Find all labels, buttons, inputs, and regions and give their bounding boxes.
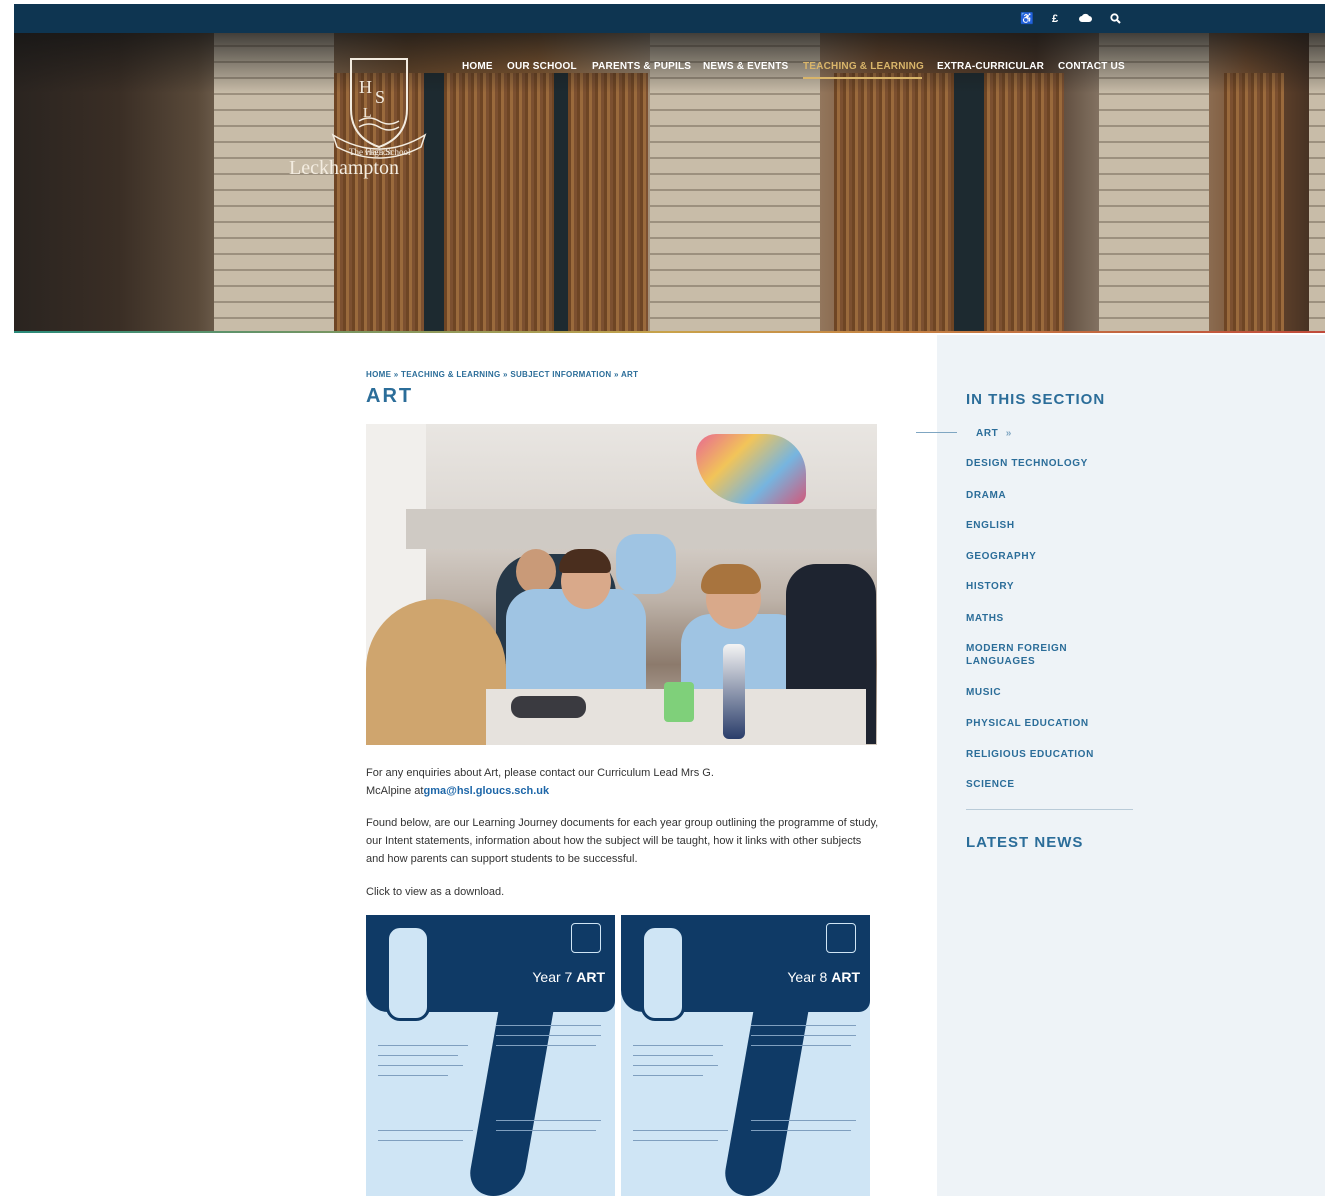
- breadcrumb: HOME » TEACHING & LEARNING » SUBJECT INF…: [366, 370, 638, 379]
- breadcrumb-separator: »: [613, 370, 619, 379]
- sidebar-divider: [966, 809, 1133, 810]
- school-crest-logo[interactable]: H S L VIRESCIT: [329, 51, 429, 161]
- sidebar-item-physical-education[interactable]: PHYSICAL EDUCATION: [966, 717, 1126, 730]
- nav-our-school[interactable]: OUR SCHOOL: [507, 61, 577, 72]
- nav-active-underline: [803, 77, 922, 79]
- poster-year: Year 7: [532, 969, 573, 985]
- nav-teaching-learning[interactable]: TEACHING & LEARNING: [803, 61, 924, 72]
- sidebar-item-drama[interactable]: DRAMA: [966, 489, 1126, 502]
- sidebar-item-music[interactable]: MUSIC: [966, 686, 1126, 699]
- sidebar-item-history[interactable]: HISTORY: [966, 580, 1126, 593]
- sidebar-item-english[interactable]: ENGLISH: [966, 519, 1126, 532]
- breadcrumb-current: ART: [620, 370, 639, 379]
- nav-home[interactable]: HOME: [462, 61, 493, 72]
- sidebar-item-geography[interactable]: GEOGRAPHY: [966, 550, 1126, 563]
- download-instruction: Click to view as a download.: [366, 886, 505, 898]
- sidebar-item-design-technology[interactable]: DESIGN TECHNOLOGY: [966, 457, 1126, 470]
- sidebar-item-label: ART: [976, 428, 999, 439]
- poster-year8-art[interactable]: Year 8 ART: [621, 915, 870, 1196]
- latest-news-heading: LATEST NEWS: [966, 834, 1084, 851]
- intro-paragraph: Found below, are our Learning Journey do…: [366, 817, 879, 865]
- sidebar-heading: IN THIS SECTION: [966, 391, 1106, 408]
- email-link[interactable]: gma@hsl.gloucs.sch.uk: [423, 785, 549, 797]
- poster-subject: ART: [576, 969, 605, 985]
- pay-icon[interactable]: £: [1052, 13, 1058, 25]
- nav-parents-pupils[interactable]: PARENTS & PUPILS: [592, 61, 691, 72]
- poster-title: Year 8 ART: [787, 969, 860, 985]
- sidebar-item-maths[interactable]: MATHS: [966, 612, 1126, 625]
- breadcrumb-separator: »: [393, 370, 399, 379]
- accessibility-icon[interactable]: ♿: [1020, 13, 1034, 25]
- sidebar-item-religious-education[interactable]: RELIGIOUS EDUCATION: [966, 748, 1126, 761]
- utility-bar: ♿ £: [14, 4, 1325, 33]
- contact-paragraph: For any enquiries about Art, please cont…: [366, 764, 726, 800]
- breadcrumb-subject-information[interactable]: SUBJECT INFORMATION: [510, 370, 611, 379]
- hero-banner: H S L VIRESCIT The High School Leckhampt…: [14, 33, 1325, 333]
- nav-news-events[interactable]: NEWS & EVENTS: [703, 61, 788, 72]
- breadcrumb-home[interactable]: HOME: [366, 370, 391, 379]
- nav-contact-us[interactable]: CONTACT US: [1058, 61, 1125, 72]
- poster-year7-art[interactable]: Year 7 ART: [366, 915, 615, 1196]
- school-name[interactable]: Leckhampton: [289, 157, 399, 180]
- classroom-photo: [366, 424, 877, 745]
- search-icon[interactable]: [1110, 13, 1121, 27]
- school-small-name: The High School: [349, 147, 411, 157]
- poster-year: Year 8: [787, 969, 828, 985]
- sidebar-item-modern-foreign-languages[interactable]: MODERN FOREIGN LANGUAGES: [966, 642, 1076, 668]
- sidebar-item-science[interactable]: SCIENCE: [966, 778, 1126, 791]
- breadcrumb-teaching-learning[interactable]: TEACHING & LEARNING: [401, 370, 500, 379]
- page-title: ART: [366, 385, 414, 407]
- breadcrumb-separator: »: [503, 370, 508, 379]
- poster-title: Year 7 ART: [532, 969, 605, 985]
- sidebar-item-art[interactable]: ART »: [976, 427, 1136, 440]
- nav-extra-curricular[interactable]: EXTRA-CURRICULAR: [937, 61, 1044, 72]
- cloud-icon[interactable]: [1079, 13, 1092, 26]
- svg-text:S: S: [375, 87, 385, 107]
- section-sidebar: IN THIS SECTION ART » DESIGN TECHNOLOGY …: [937, 335, 1325, 1196]
- poster-subject: ART: [831, 969, 860, 985]
- chevron-right-icon: »: [1005, 428, 1012, 439]
- svg-text:H: H: [359, 77, 372, 97]
- sidebar-active-indicator: [916, 432, 957, 433]
